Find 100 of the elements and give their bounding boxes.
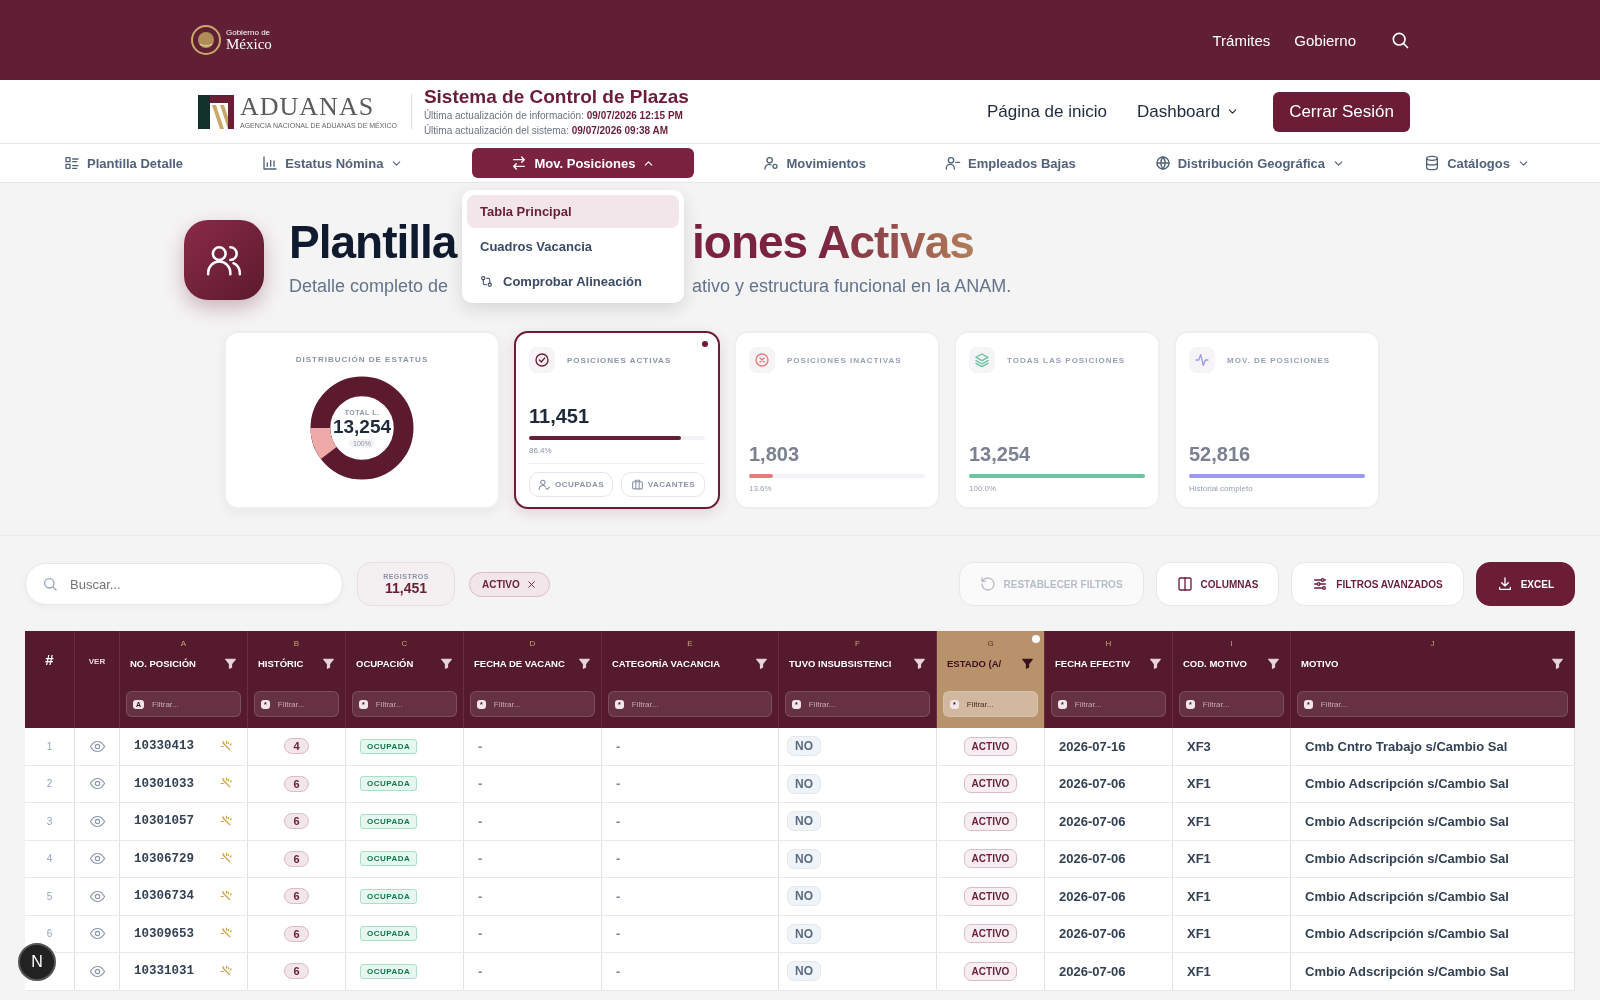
header-link[interactable]: Página de inicio (986, 101, 1107, 122)
column-label[interactable]: FECHA DE VACANC (474, 657, 565, 669)
filter-input[interactable]: Filtrar... (1200, 698, 1265, 710)
column-label[interactable]: COD. MOTIVO (1183, 657, 1247, 669)
sparkle-icon[interactable] (220, 889, 233, 903)
toolbar-button[interactable]: FILTROS AVANZADOS (1291, 562, 1464, 606)
empty-value: - (616, 851, 621, 867)
search-icon[interactable] (1390, 30, 1410, 50)
table-cell: 2026-07-06 (1045, 915, 1173, 952)
column-letter: G (986, 639, 995, 648)
filter-icon[interactable] (224, 656, 237, 670)
column-label[interactable]: ESTADO (A/ (947, 657, 1002, 669)
status-badge: ACTIVO (963, 924, 1018, 944)
table-cell: 2026-07-06 (1045, 878, 1173, 915)
card-label: POSICIONES INACTIVAS (787, 355, 902, 365)
table-cell: Cmbio Adscripción s/Cambio Sal (1291, 878, 1575, 915)
briefcase-icon (630, 478, 644, 491)
filter-icon[interactable] (755, 656, 768, 670)
nav-tab[interactable]: Distribución Geográfica (1144, 148, 1356, 178)
header-link[interactable]: Dashboard (1136, 101, 1240, 122)
metric-card[interactable]: POSICIONES INACTIVAS 1,803 13.6% (734, 331, 940, 509)
nav-tab[interactable]: Movimientos (753, 148, 876, 178)
activity-icon (1194, 352, 1210, 368)
page-subtitle: ativo y estructura funcional en la ANAM. (692, 276, 1012, 298)
toolbar-button[interactable]: EXCEL (1475, 562, 1575, 606)
table-cell: Cmbio Adscripción s/Cambio Sal (1291, 915, 1575, 952)
column-label[interactable]: TUVO INSUBSISTENCI (789, 657, 892, 669)
nav-tab[interactable]: Catálogos (1414, 148, 1540, 178)
column-label[interactable]: OCUPACIÓN (356, 657, 414, 669)
card-label: POSICIONES ACTIVAS (567, 355, 672, 365)
filter-icon[interactable] (322, 656, 335, 670)
empty-value: - (616, 963, 621, 979)
card-caption: 13.6% (749, 484, 773, 493)
search-input[interactable]: Buscar... (68, 575, 326, 593)
filter-input[interactable]: Filtrar... (275, 698, 340, 710)
filter-icon[interactable] (1551, 656, 1564, 670)
filter-icon[interactable] (1149, 656, 1162, 670)
menu-item[interactable]: Cuadros Vacancia (467, 230, 679, 263)
toolbar-button[interactable]: COLUMNAS (1155, 562, 1280, 606)
row-number: 2 (25, 765, 75, 802)
card-label: DISTRIBUCIÓN DE ESTATUS (295, 355, 429, 364)
top-link[interactable]: Gobierno (1294, 31, 1356, 49)
flag-badge: NO (787, 848, 821, 869)
count-badge[interactable]: 6 (284, 925, 309, 942)
refresh-icon (979, 576, 996, 592)
search-field[interactable]: Buscar... (25, 563, 343, 605)
column-label[interactable]: MOTIVO (1301, 657, 1339, 669)
close-icon[interactable] (525, 578, 537, 590)
column-label[interactable]: NO. POSICIÓN (130, 657, 196, 669)
sparkle-icon[interactable] (220, 739, 233, 753)
compare-icon (480, 275, 493, 288)
metric-card[interactable]: TODAS LAS POSICIONES 13,254 100.0% (954, 331, 1160, 509)
position-number: 10306729 (134, 851, 194, 866)
filter-input[interactable]: Filtrar... (964, 698, 1029, 710)
nav-tab[interactable]: Empleados Bajas (935, 148, 1086, 178)
nav-tab[interactable]: Estatus Nómina (252, 148, 414, 178)
empty-value: - (478, 813, 483, 829)
filter-icon[interactable] (1021, 656, 1034, 670)
column-label[interactable]: HISTÓRIC (258, 657, 304, 669)
filter-chip[interactable]: ACTIVO (469, 571, 550, 597)
filter-icon[interactable] (440, 656, 453, 670)
sparkle-icon[interactable] (220, 814, 233, 828)
filter-icon[interactable] (913, 656, 926, 670)
count-badge[interactable]: 6 (284, 850, 309, 867)
filter-input[interactable]: Filtrar... (1072, 698, 1137, 710)
filter-input[interactable]: Filtrar... (806, 698, 871, 710)
status-badge: OCUPADA (360, 926, 418, 942)
column-label: # (45, 651, 54, 670)
filter-input[interactable]: Filtrar... (150, 698, 215, 710)
menu-item[interactable]: Comprobar Alineación (467, 265, 679, 298)
count-badge[interactable]: 6 (284, 888, 309, 905)
table-cell: Cmbio Adscripción s/Cambio Sal (1291, 953, 1575, 990)
menu-item[interactable]: Tabla Principal (467, 195, 679, 228)
column-label[interactable]: CATEGORÍA VACANCIA (612, 657, 721, 669)
column-label[interactable]: FECHA EFECTIV (1055, 657, 1131, 669)
metric-card[interactable]: MOV. DE POSICIONES 52,816 Historial completo (1174, 331, 1380, 509)
filter-input[interactable]: Filtrar... (373, 698, 438, 710)
dev-indicator-button[interactable]: N (18, 943, 56, 981)
table-cell: XF1 (1173, 953, 1291, 990)
nav-tab[interactable]: Plantilla Detalle (54, 148, 194, 178)
sparkle-icon[interactable] (220, 964, 233, 978)
table-cell: Cmb Cntro Trabajo s/Cambio Sal (1291, 728, 1575, 765)
count-badge[interactable]: 6 (284, 813, 309, 830)
filter-icon[interactable] (1267, 656, 1280, 670)
filter-input[interactable]: Filtrar... (629, 698, 694, 710)
filter-input[interactable]: Filtrar... (1318, 698, 1383, 710)
logout-button[interactable]: Cerrar Sesión (1273, 91, 1410, 132)
count-badge[interactable]: 6 (284, 963, 309, 980)
nav-tab[interactable]: Mov. Posiciones (472, 148, 695, 178)
empty-value: - (616, 813, 621, 829)
top-link[interactable]: Trámites (1212, 31, 1271, 49)
table-cell: XF1 (1173, 878, 1291, 915)
count-badge[interactable]: 6 (284, 775, 309, 792)
status-badge: OCUPADA (360, 813, 418, 829)
columns-icon (1176, 576, 1193, 592)
count-badge[interactable]: 4 (284, 738, 309, 755)
table-cell: 2026-07-06 (1045, 840, 1173, 877)
filter-input[interactable]: Filtrar... (491, 698, 556, 710)
filter-icon[interactable] (578, 656, 591, 670)
arrows-icon (511, 155, 528, 171)
